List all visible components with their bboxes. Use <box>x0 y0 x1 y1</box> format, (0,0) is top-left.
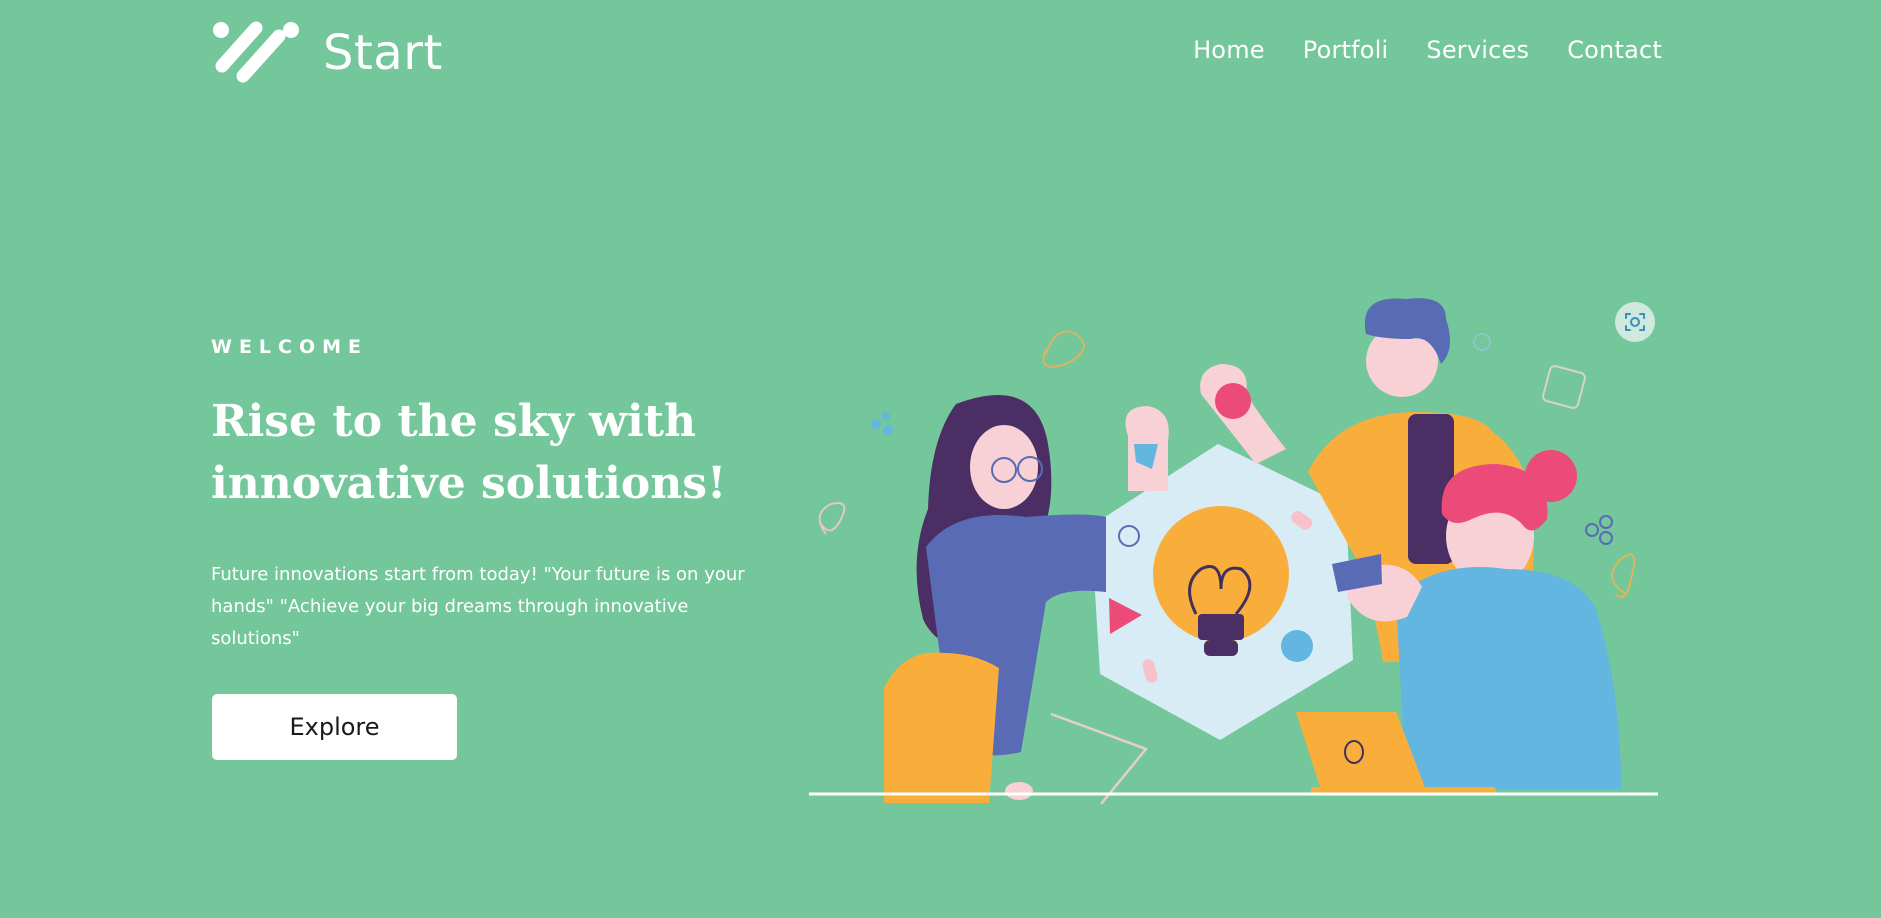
image-scan-button[interactable] <box>1615 302 1655 342</box>
explore-button[interactable]: Explore <box>212 694 457 760</box>
main-nav: Home Portfoli Services Contact <box>1193 36 1662 64</box>
logo-icon <box>213 21 299 83</box>
logo-link[interactable]: Start <box>211 20 443 86</box>
team-brainstorm-illustration <box>809 298 1658 805</box>
site-header: Start Home Portfoli Services Contact <box>0 0 1881 110</box>
hero-text: WELCOME Rise to the sky with innovative … <box>211 336 771 655</box>
scan-icon <box>1625 313 1645 331</box>
hero-illustration <box>806 284 1661 805</box>
nav-contact[interactable]: Contact <box>1567 36 1662 64</box>
nav-home[interactable]: Home <box>1193 36 1265 64</box>
hero-subtitle: Future innovations start from today! "Yo… <box>211 564 745 649</box>
nav-portfolio[interactable]: Portfoli <box>1303 36 1389 64</box>
welcome-eyebrow: WELCOME <box>211 336 369 358</box>
nav-services[interactable]: Services <box>1426 36 1529 64</box>
hero-title: Rise to the sky with innovative solution… <box>211 396 727 509</box>
logo-text: Start <box>323 25 443 81</box>
